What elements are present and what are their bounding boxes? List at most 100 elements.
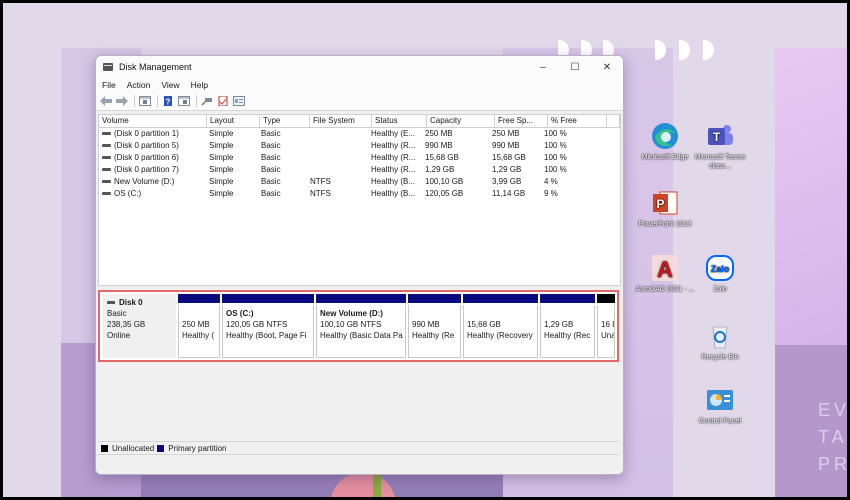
partition-type-bar [463,294,538,303]
volume-icon [102,156,111,160]
partition-status: Healthy ( [182,331,215,340]
partition-type-bar [540,294,595,303]
unallocated-space[interactable]: 16 I Una [597,294,615,358]
volume-name: (Disk 0 partition 5) [114,141,179,150]
volume-layout: Simple [209,141,234,150]
legend-primary-partition: Primary partition [168,443,227,453]
volume-type: Basic [261,141,281,150]
help-icon[interactable]: ? [162,96,174,107]
volume-icon [102,144,111,148]
disk-info[interactable]: Disk 0 Basic 238,35 GB Online [102,294,176,358]
volume-type: Basic [261,153,281,162]
column-header-type[interactable]: Type [260,115,310,127]
legend: Unallocated Primary partition [98,441,619,455]
maximize-button[interactable]: ☐ [559,56,591,78]
column-header-capacity[interactable]: Capacity [427,115,495,127]
close-button[interactable]: ✕ [591,56,623,78]
menu-action[interactable]: Action [127,80,151,90]
desktop-icon-label: Zalo [713,286,727,293]
menu-help[interactable]: Help [191,80,208,90]
partition-type-bar [222,294,314,303]
desktop-icon-powerpoint[interactable]: P PowerPoint 2013 [635,188,695,229]
wallpaper-stem [373,473,381,497]
autocad-icon: A [650,253,680,283]
desktop-icon-zalo[interactable]: Zalo Zalo [690,253,750,294]
volume-status: Healthy (R... [371,141,416,150]
desktop-icon-autocad[interactable]: A AutoCAD 2021 - ... [635,253,695,294]
volume-row[interactable]: OS (C:) Simple Basic NTFS Healthy (B... … [99,188,620,200]
disk-0-row[interactable]: Disk 0 Basic 238,35 GB Online 250 MB Heal… [98,290,619,362]
forward-icon[interactable] [116,96,128,106]
volume-row[interactable]: (Disk 0 partition 1) Simple Basic Health… [99,128,620,140]
disk-name: Disk 0 [119,298,143,307]
desktop-icon-control-panel[interactable]: Control Panel [690,385,750,426]
volume-list-header: Volume Layout Type File System Status Ca… [99,115,620,128]
partition-new-volume-d[interactable]: New Volume (D:) 100,10 GB NTFS Healthy (Ba… [316,294,406,358]
volume-row[interactable]: New Volume (D:) Simple Basic NTFS Health… [99,176,620,188]
volume-free-space: 250 MB [492,129,520,138]
partition-size: 100,10 GB NTFS [320,320,382,329]
partition-size: 990 MB [412,320,440,329]
volume-list: Volume Layout Type File System Status Ca… [98,114,621,286]
volume-capacity: 990 MB [425,141,453,150]
volume-type: Basic [261,189,281,198]
wallpaper-decoration [703,40,714,60]
partition-1[interactable]: 250 MB Healthy ( [178,294,220,358]
partition-size: 250 MB [182,320,210,329]
volume-capacity: 250 MB [425,129,453,138]
svg-text:A: A [657,257,673,282]
partition-status: Healthy (Basic Data Pa [320,331,403,340]
back-icon[interactable] [100,96,112,106]
volume-capacity: 120,05 GB [425,189,464,198]
desktop-icon-label: Recycle Bin [701,354,739,361]
volume-name: New Volume (D:) [114,177,175,186]
column-header-volume[interactable]: Volume [99,115,207,127]
volume-percent-free: 100 % [544,141,567,150]
partition-5[interactable]: 990 MB Healthy (Re [408,294,461,358]
settings-icon[interactable] [233,96,245,106]
partition-os-c[interactable]: OS (C:) 120,05 GB NTFS Healthy (Boot, Page… [222,294,314,358]
volume-row[interactable]: (Disk 0 partition 7) Simple Basic Health… [99,164,620,176]
menu-file[interactable]: File [102,80,116,90]
minimize-button[interactable]: – [527,56,559,78]
control-panel-icon [705,385,735,415]
show-pane-icon[interactable] [178,96,190,106]
partition-7[interactable]: 1,29 GB Healthy (Rec [540,294,595,358]
connect-icon[interactable] [201,96,213,106]
toolbar-separator [196,95,197,107]
column-header-filler [607,115,620,127]
volume-row[interactable]: (Disk 0 partition 6) Simple Basic Health… [99,152,620,164]
desktop-icon-recycle-bin[interactable]: Recycle Bin [690,321,750,362]
volume-capacity: 1,29 GB [425,165,455,174]
menu-bar: File Action View Help [96,78,623,92]
disk-state: Online [107,331,131,340]
desktop-icon-edge[interactable]: Microsoft Edge [635,121,695,162]
partition-status: Healthy (Boot, Page Fi [226,331,307,340]
desktop-icon-teams[interactable]: T Microsoft Teams class... [690,121,750,171]
wallpaper-text: TA [818,427,847,447]
volume-percent-free: 4 % [544,177,558,186]
properties-icon[interactable] [217,95,229,107]
desktop-icon-label: Microsoft Teams class... [694,154,746,170]
console-tree-icon[interactable] [139,96,151,106]
wallpaper-text: PR [818,454,847,474]
column-header-file-system[interactable]: File System [310,115,372,127]
partition-type-bar [316,294,406,303]
column-header-percent-free[interactable]: % Free [548,115,607,127]
title-bar[interactable]: Disk Management – ☐ ✕ [96,56,623,78]
column-header-status[interactable]: Status [372,115,427,127]
partition-6[interactable]: 15,68 GB Healthy (Recovery [463,294,538,358]
partition-status: Healthy (Recovery [467,331,533,340]
wallpaper-text: EV [818,400,847,420]
powerpoint-icon: P [650,188,680,218]
volume-name: (Disk 0 partition 6) [114,153,179,162]
menu-view[interactable]: View [161,80,179,90]
column-header-layout[interactable]: Layout [207,115,260,127]
column-header-free-space[interactable]: Free Sp... [495,115,548,127]
volume-layout: Simple [209,153,234,162]
volume-file-system: NTFS [310,189,331,198]
desktop-icon-label: AutoCAD 2021 - ... [635,286,695,293]
volume-row[interactable]: (Disk 0 partition 5) Simple Basic Health… [99,140,620,152]
wallpaper-panel [775,48,847,348]
legend-unallocated: Unallocated [112,443,155,453]
